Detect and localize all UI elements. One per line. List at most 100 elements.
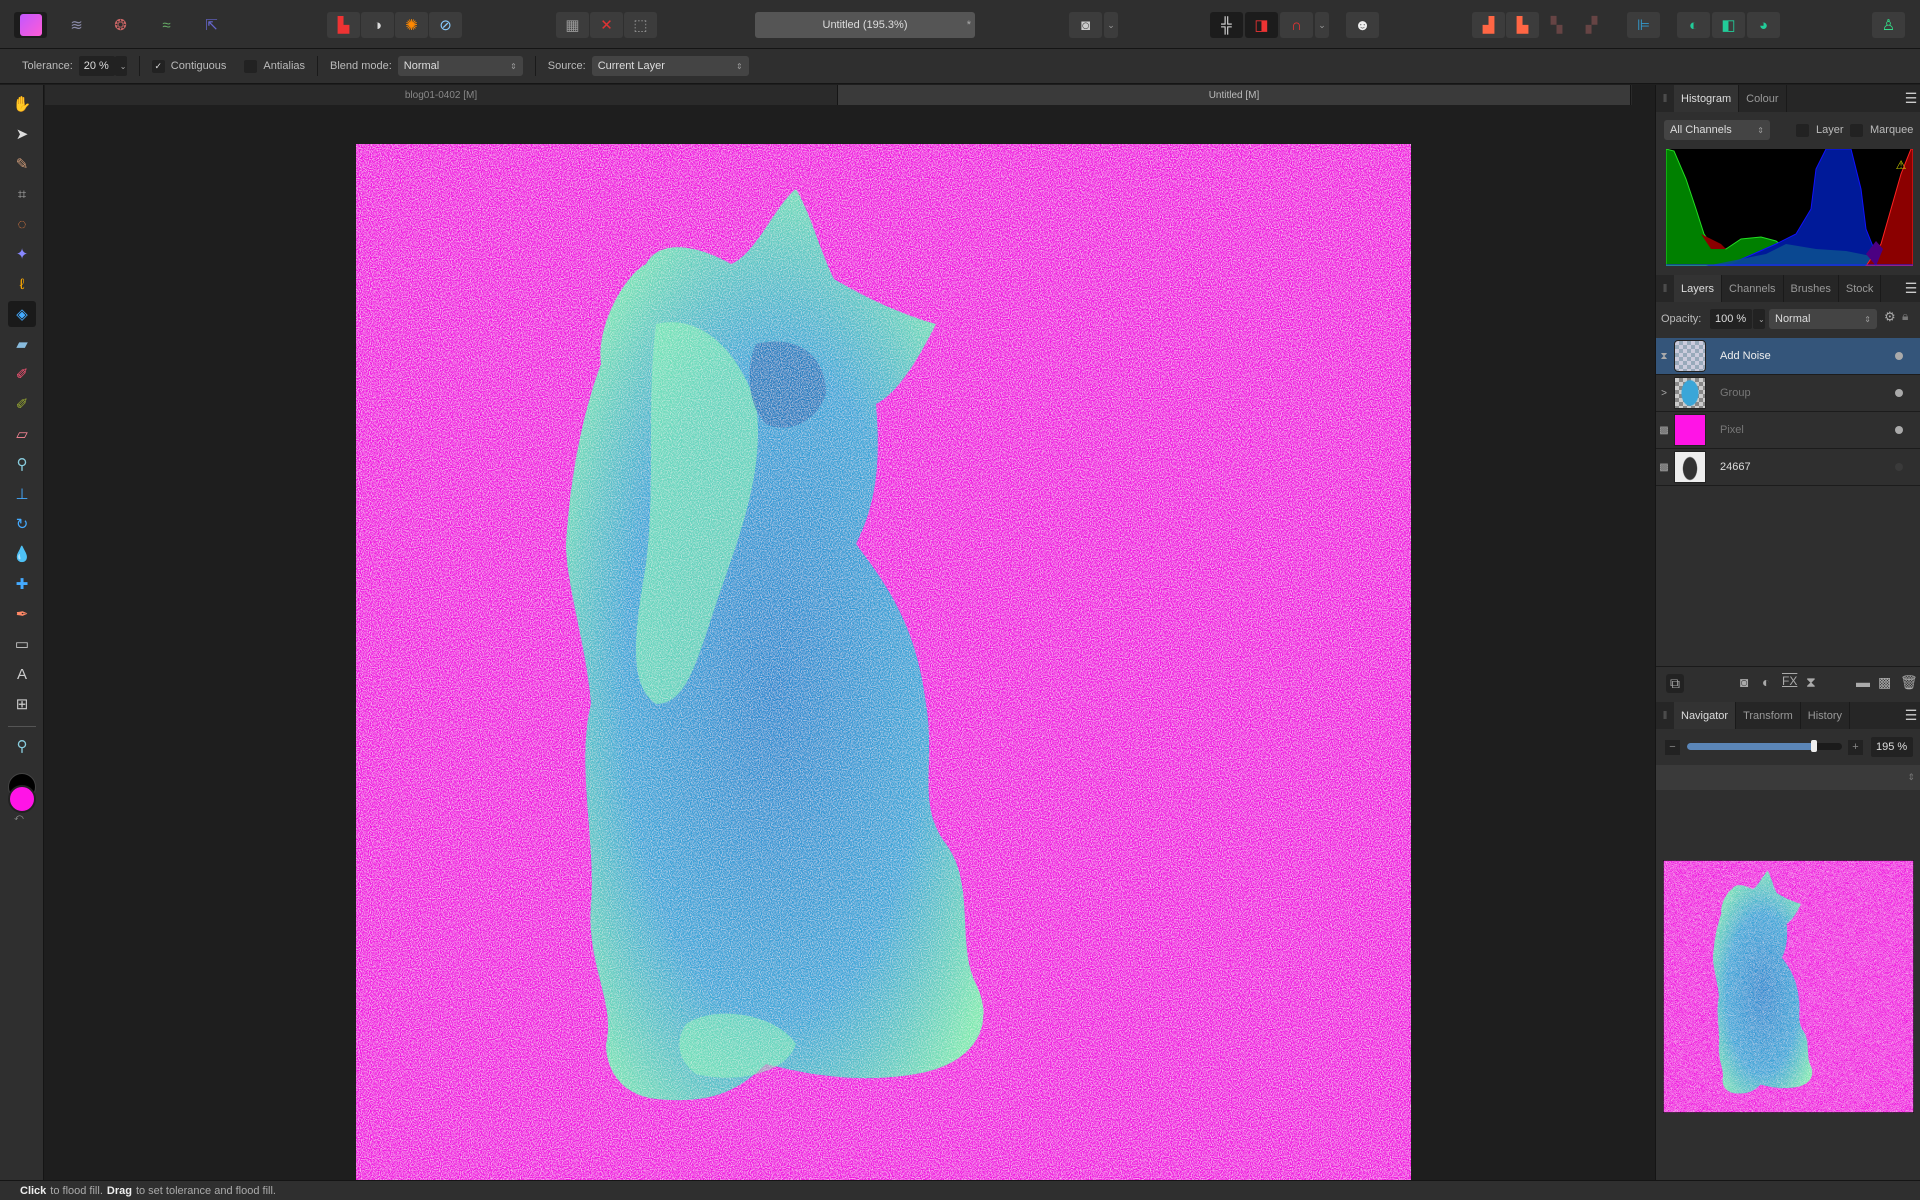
force-pixel-align-button[interactable]: ◨ (1245, 12, 1278, 38)
canvas-area[interactable] (45, 105, 1653, 1180)
colour-picker-tool[interactable]: ✎ (8, 151, 36, 177)
mesh-warp-tool[interactable]: ⊞ (8, 691, 36, 717)
panel-menu-icon[interactable]: ☰ (1901, 85, 1920, 112)
healing-tool[interactable]: ✚ (8, 571, 36, 597)
document-image[interactable] (356, 144, 1411, 1180)
visibility-toggle[interactable] (1895, 389, 1903, 397)
white-balance-button[interactable]: ⊘ (429, 12, 462, 38)
artistic-text-tool[interactable]: A (8, 661, 36, 687)
marquee-checkbox[interactable] (1850, 124, 1863, 137)
visibility-toggle[interactable] (1895, 352, 1903, 360)
quick-mask-dropdown[interactable]: ⌄ (1104, 12, 1118, 38)
tab-layers[interactable]: Layers (1674, 275, 1723, 302)
layer-effects-icon[interactable]: ⧉ (1666, 674, 1684, 693)
contiguous-checkbox[interactable]: ✓ (151, 59, 165, 73)
mask-icon[interactable]: ◙ (1740, 674, 1748, 690)
gear-icon[interactable]: ⚙ (1884, 309, 1896, 325)
zoom-slider-handle[interactable] (1811, 740, 1818, 752)
layer-row-add-noise[interactable]: ⧗ Add Noise (1656, 338, 1920, 375)
live-filter-icon[interactable]: ⧗ (1806, 674, 1816, 691)
flood-select-tool[interactable]: ✦ (8, 241, 36, 267)
trash-icon[interactable]: 🗑︎ (1900, 674, 1918, 691)
boolean-add-button[interactable]: ◐ (1677, 12, 1710, 38)
zoom-tool[interactable]: ⚲ (8, 733, 36, 759)
expand-chevron-icon[interactable]: > (1656, 388, 1672, 399)
flood-fill-tool[interactable]: ◈ (8, 301, 36, 327)
colour-replacement-tool[interactable]: ✐ (8, 391, 36, 417)
fx-icon[interactable]: FX (1782, 674, 1797, 688)
drag-handle-icon[interactable]: ‖ (1656, 85, 1674, 112)
snapping-button[interactable]: ∩ (1280, 12, 1313, 38)
opacity-dropdown[interactable]: ⌄ (1753, 309, 1765, 329)
boolean-intersect-button[interactable]: ◕ (1747, 12, 1780, 38)
adjustment-icon[interactable]: ◐ (1762, 674, 1770, 690)
primary-colour-swatch[interactable] (8, 785, 36, 813)
tab-navigator[interactable]: Navigator (1674, 702, 1737, 729)
smudge-tool[interactable]: ↻ (8, 511, 36, 537)
tab-colour[interactable]: Colour (1739, 85, 1787, 112)
visibility-toggle[interactable] (1895, 463, 1903, 471)
channel-select[interactable]: All Channels ⇕ (1664, 120, 1770, 140)
tab-history[interactable]: History (1801, 702, 1851, 729)
panel-menu-icon[interactable]: ☰ (1901, 702, 1920, 729)
source-select[interactable]: Current Layer ⇕ (591, 56, 749, 76)
export-persona-button[interactable]: ⇱ (195, 12, 228, 38)
tab-brushes[interactable]: Brushes (1784, 275, 1839, 302)
liquify-persona-button[interactable]: ≋ (60, 12, 93, 38)
drag-handle-icon[interactable]: ‖ (1656, 702, 1674, 729)
visibility-toggle[interactable] (1895, 426, 1903, 434)
tab-channels[interactable]: Channels (1722, 275, 1784, 302)
antialias-checkbox[interactable] (244, 59, 258, 73)
drag-handle-icon[interactable]: ‖ (1656, 275, 1674, 302)
layer-checkbox[interactable] (1796, 124, 1809, 137)
navigator-preset-select[interactable]: ⇕ (1656, 765, 1920, 790)
auto-colour-button[interactable]: ✺ (395, 12, 428, 38)
photo-persona-button[interactable] (14, 12, 47, 38)
move-to-front-button[interactable]: ▞ (1575, 12, 1608, 38)
zoom-input[interactable]: 195 % (1871, 737, 1913, 757)
tone-mapping-persona-button[interactable]: ≈ (150, 12, 183, 38)
blend-mode-select[interactable]: Normal ⇕ (397, 56, 523, 76)
erase-brush-tool[interactable]: ▱ (8, 421, 36, 447)
pen-tool[interactable]: ✒ (8, 601, 36, 627)
blur-brush-tool[interactable]: 💧 (8, 541, 36, 567)
swap-colours-icon[interactable]: ⤺ (14, 812, 24, 823)
deselect-button[interactable]: ✕ (590, 12, 623, 38)
layer-row-group[interactable]: > Group (1656, 375, 1920, 412)
navigator-preview[interactable] (1663, 860, 1914, 1113)
invert-selection-button[interactable]: ⬚ (624, 12, 657, 38)
develop-persona-button[interactable]: ❂ (104, 12, 137, 38)
folder-icon[interactable]: ▬ (1856, 674, 1870, 690)
view-tool[interactable]: ✋ (8, 91, 36, 117)
tab-transform[interactable]: Transform (1736, 702, 1801, 729)
rectangle-tool[interactable]: ▭ (8, 631, 36, 657)
quick-mask-button[interactable]: ◙ (1069, 12, 1102, 38)
zoom-out-button[interactable]: − (1665, 740, 1680, 755)
tab-histogram[interactable]: Histogram (1674, 85, 1740, 112)
move-tool[interactable]: ➤ (8, 121, 36, 147)
move-back-button[interactable]: ▟ (1472, 12, 1505, 38)
freehand-selection-tool[interactable]: ℓ (8, 271, 36, 297)
lock-icon[interactable]: 🔒︎ (1902, 309, 1908, 324)
paint-brush-tool[interactable]: ✐ (8, 361, 36, 387)
dodge-tool[interactable]: ⚲ (8, 451, 36, 477)
zoom-slider[interactable] (1687, 740, 1842, 752)
layer-row-pixel[interactable]: ▩ Pixel (1656, 412, 1920, 449)
document-title[interactable]: Untitled (195.3%) * (755, 12, 975, 38)
crop-tool[interactable]: ⌗ (8, 181, 36, 207)
tolerance-input[interactable]: 20 % (78, 56, 115, 76)
clone-tool[interactable]: ⊥ (8, 481, 36, 507)
tab-stock[interactable]: Stock (1839, 275, 1882, 302)
tab-untitled[interactable]: Untitled [M] (838, 85, 1631, 105)
tab-blog01-0402[interactable]: blog01-0402 [M] (45, 85, 838, 105)
boolean-subtract-button[interactable]: ◧ (1712, 12, 1745, 38)
move-to-back-button[interactable]: ▚ (1540, 12, 1573, 38)
add-pixel-layer-icon[interactable]: ▩ (1878, 674, 1891, 691)
snapping-dropdown[interactable]: ⌄ (1315, 12, 1329, 38)
layer-row-24667[interactable]: ▩ 24667 (1656, 449, 1920, 486)
tolerance-dropdown[interactable]: ⌄ (114, 56, 127, 76)
layer-blend-select[interactable]: Normal ⇕ (1769, 309, 1877, 329)
panel-menu-icon[interactable]: ☰ (1901, 275, 1920, 302)
assistant-button[interactable]: ☻ (1346, 12, 1379, 38)
snapping-grid-button[interactable]: ╬ (1210, 12, 1243, 38)
